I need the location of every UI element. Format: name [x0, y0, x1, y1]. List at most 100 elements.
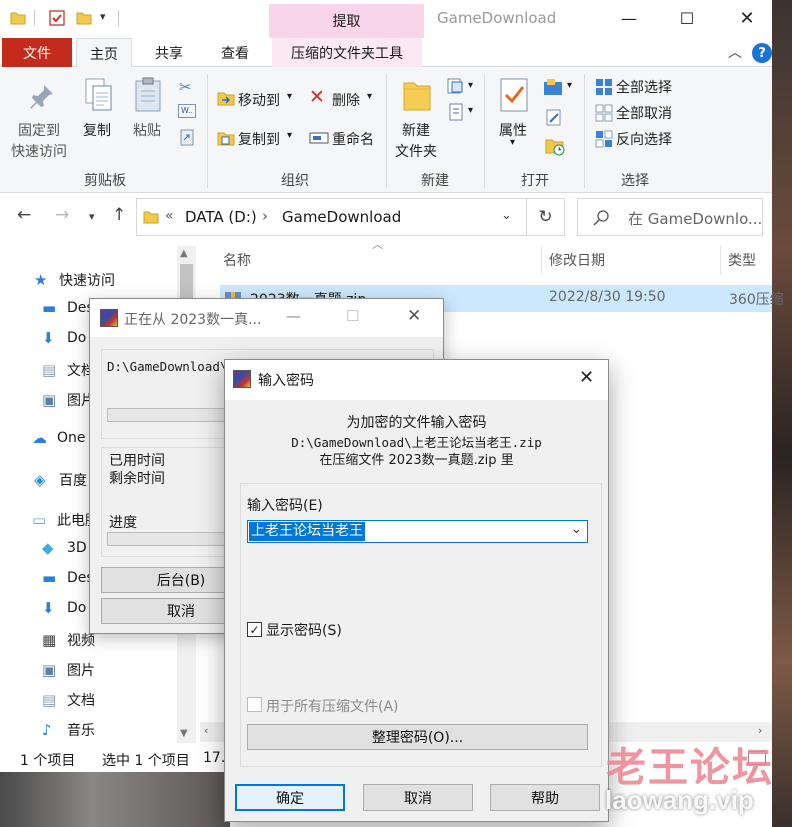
progress-maximize-button[interactable]: ☐	[346, 307, 359, 325]
pin-quick-access-line2[interactable]: 快速访问	[11, 141, 67, 161]
select-none-button[interactable]: 全部取消	[616, 103, 672, 123]
move-to-dropdown-icon[interactable]: ▾	[287, 91, 292, 102]
nav-item[interactable]: ★ 快速访问	[34, 270, 115, 290]
column-header-name[interactable]: 名称	[223, 250, 251, 270]
new-folder-icon[interactable]	[76, 10, 92, 26]
delete-dropdown-icon[interactable]: ▾	[367, 91, 372, 102]
copy-to-button[interactable]: 复制到	[238, 129, 280, 149]
password-value[interactable]: 上老王论坛当老王	[249, 522, 365, 541]
properties-check-icon[interactable]	[48, 9, 66, 27]
desktop-background-bottom	[0, 772, 230, 827]
nav-item[interactable]: ▣ 图片	[42, 390, 95, 410]
paste-shortcut-icon[interactable]	[179, 128, 195, 146]
document-icon: ▤	[42, 690, 57, 709]
search-box[interactable]: 在 GameDownlo...	[577, 198, 763, 236]
nav-item[interactable]: ♪ 音乐	[42, 720, 95, 740]
context-tab-extract[interactable]: 提取	[269, 4, 424, 38]
column-separator[interactable]	[541, 245, 542, 275]
ok-button[interactable]: 确定	[235, 784, 345, 811]
group-new-label: 新建	[421, 173, 449, 189]
elapsed-label: 已用时间	[109, 453, 165, 469]
quick-access-dropdown-icon[interactable]: ▾	[100, 10, 106, 23]
nav-item[interactable]: ▦ 视频	[42, 630, 95, 650]
tab-view[interactable]: 查看	[208, 38, 262, 67]
select-all-icon	[596, 79, 612, 95]
up-arrow-icon[interactable]: ↑	[112, 205, 126, 225]
back-arrow-icon[interactable]: ←	[17, 205, 31, 225]
nav-item[interactable]: ▬ Des	[42, 570, 94, 586]
nav-item[interactable]: ☁ One	[32, 430, 86, 446]
help-button[interactable]: 帮助	[490, 784, 600, 811]
scroll-left-icon[interactable]: ‹	[204, 724, 208, 737]
forward-arrow-icon[interactable]: →	[55, 205, 69, 225]
password-dialog-title: 输入密码	[258, 373, 314, 389]
breadcrumb-separator[interactable]: ›	[262, 207, 268, 225]
ribbon-collapse-icon[interactable]: ︿	[728, 42, 742, 62]
scroll-down-icon[interactable]: ▼	[180, 728, 188, 739]
properties-dropdown-icon[interactable]: ▾	[510, 137, 515, 148]
select-all-button[interactable]: 全部选择	[616, 77, 672, 97]
password-history-dropdown-icon[interactable]: ⌄	[571, 522, 582, 537]
password-close-button[interactable]: ✕	[579, 367, 594, 388]
edit-icon[interactable]	[545, 108, 563, 126]
column-header-date[interactable]: 修改日期	[549, 250, 605, 270]
use-for-all-archives-label[interactable]: 用于所有压缩文件(A)	[266, 696, 399, 716]
tab-share[interactable]: 共享	[140, 38, 198, 67]
show-password-label[interactable]: 显示密码(S)	[266, 620, 342, 640]
breadcrumb-overflow[interactable]: «	[165, 208, 174, 224]
new-item-dropdown-icon[interactable]: ▾	[468, 80, 473, 91]
invert-selection-button[interactable]: 反向选择	[616, 129, 672, 149]
delete-button[interactable]: 删除	[332, 90, 360, 110]
breadcrumb-drive[interactable]: DATA (D:)	[185, 208, 257, 226]
address-history-icon[interactable]: ⌄	[501, 208, 512, 223]
progress-close-button[interactable]: ✕	[407, 306, 421, 326]
new-folder-line2[interactable]: 文件夹	[395, 141, 437, 161]
open-dropdown-icon[interactable]: ▾	[567, 80, 572, 91]
open-icon[interactable]	[543, 78, 563, 96]
nav-item[interactable]: ▬ Des	[42, 300, 94, 316]
new-folder-line1[interactable]: 新建	[402, 120, 430, 140]
close-button[interactable]: ✕	[724, 0, 770, 36]
pin-quick-access-line1[interactable]: 固定到	[18, 120, 60, 140]
cancel-button[interactable]: 取消	[363, 784, 473, 811]
scroll-up-icon[interactable]: ▲	[180, 248, 188, 259]
cut-icon[interactable]: ✂	[179, 78, 192, 96]
rename-button[interactable]: 重命名	[332, 129, 374, 149]
column-separator[interactable]	[720, 245, 721, 275]
easy-access-icon[interactable]	[447, 103, 465, 121]
ribbon-separator	[207, 74, 208, 188]
show-password-checkbox[interactable]: ✓	[247, 622, 262, 637]
progress-minimize-button[interactable]: —	[286, 307, 301, 325]
nav-item[interactable]: ▣ 图片	[42, 660, 95, 680]
copy-path-icon[interactable]: W..	[178, 104, 196, 118]
use-for-all-archives-checkbox[interactable]	[247, 697, 262, 712]
maximize-button[interactable]: ☐	[664, 0, 710, 36]
tab-file[interactable]: 文件	[2, 38, 72, 67]
nav-item[interactable]: ⬇ Do	[42, 330, 86, 346]
refresh-icon[interactable]: ↻	[527, 198, 565, 236]
minimize-button[interactable]: —	[606, 0, 652, 36]
paste-button[interactable]: 粘贴	[133, 120, 161, 140]
help-icon[interactable]: ?	[752, 43, 772, 63]
nav-item[interactable]: ◈ 百度	[34, 470, 87, 490]
tab-home[interactable]: 主页	[76, 38, 132, 68]
tab-compressed-folder-tools[interactable]: 压缩的文件夹工具	[272, 38, 422, 67]
nav-item[interactable]: ◆ 3D	[42, 540, 87, 556]
move-to-button[interactable]: 移动到	[238, 90, 280, 110]
new-item-icon[interactable]	[447, 78, 465, 94]
address-bar[interactable]: « DATA (D:) › GameDownload ⌄	[136, 198, 527, 236]
nav-item-label: One	[57, 430, 86, 446]
breadcrumb-folder[interactable]: GameDownload	[282, 208, 401, 226]
copy-to-dropdown-icon[interactable]: ▾	[287, 130, 292, 141]
nav-item[interactable]: ⬇ Do	[42, 600, 86, 616]
nav-item[interactable]: ▤ 文档	[42, 360, 95, 380]
copy-button[interactable]: 复制	[83, 120, 111, 140]
nav-item[interactable]: ▤ 文档	[42, 690, 95, 710]
history-icon[interactable]	[545, 136, 565, 156]
organize-passwords-button[interactable]: 整理密码(O)...	[247, 724, 588, 750]
recent-locations-icon[interactable]: ▾	[89, 210, 95, 223]
column-header-type[interactable]: 类型	[728, 250, 756, 270]
folder-icon	[10, 12, 26, 25]
easy-access-dropdown-icon[interactable]: ▾	[468, 105, 473, 116]
password-input[interactable]: 上老王论坛当老王 ⌄	[247, 520, 588, 543]
